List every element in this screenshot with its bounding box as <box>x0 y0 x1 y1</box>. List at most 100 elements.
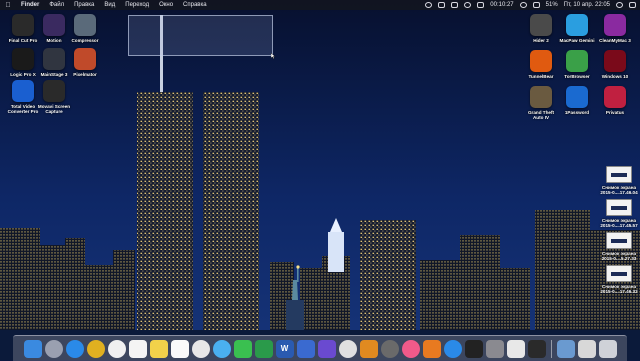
tunnelbear-icon <box>530 50 552 72</box>
desktop-item[interactable]: Снимок экрана 2015-0....17.45.57 <box>598 199 640 229</box>
cleanmymac-icon <box>604 14 626 36</box>
final-cut-pro-icon <box>12 14 34 36</box>
battery-percent[interactable]: 51% <box>546 0 558 10</box>
video-converter-icon <box>12 80 34 102</box>
1password-icon <box>566 86 588 108</box>
reminders-icon[interactable] <box>170 339 189 358</box>
desktop-item-label: Windows 10 <box>601 74 629 79</box>
desktop-item[interactable]: Privatus <box>594 86 636 115</box>
desktop-item[interactable]: Снимок экрана 2015-0....5.27.33 <box>598 232 640 262</box>
hider-icon <box>530 14 552 36</box>
itunes-icon[interactable] <box>401 339 420 358</box>
menu-bar-clock[interactable]: Пт, 10 апр. 22:05 <box>564 0 610 10</box>
compressor-icon <box>74 14 96 36</box>
status-app-icon[interactable] <box>425 2 433 8</box>
preview-icon[interactable] <box>506 339 525 358</box>
apple-icon[interactable]:  <box>0 2 16 9</box>
wifi-icon[interactable] <box>519 2 527 8</box>
status-timer[interactable]: 00:10:27 <box>490 0 513 10</box>
sheets-icon[interactable] <box>254 339 273 358</box>
desktop-item-label: CleanMyMac 3 <box>599 38 631 43</box>
desktop-item[interactable]: MacPaw Gemini <box>556 14 598 43</box>
launchpad-icon[interactable] <box>44 339 63 358</box>
volume-icon[interactable] <box>532 2 540 8</box>
menu-file[interactable]: Файл <box>44 0 69 10</box>
desktop-item-label-line2: 2015-0....17.46.04 <box>600 190 638 196</box>
desktop-item-label-line2: 2015-0....17.46.32 <box>600 289 638 295</box>
privatus-icon <box>604 86 626 108</box>
calendar-icon[interactable] <box>128 339 147 358</box>
dock: W <box>13 335 627 361</box>
menu-bar-status-area: 00:10:27 51% Пт, 10 апр. 22:05 <box>425 0 636 10</box>
desktop-item[interactable]: Windows 10 <box>594 50 636 79</box>
notification-center-icon[interactable] <box>629 2 636 8</box>
menu-go[interactable]: Переход <box>120 0 154 10</box>
photos-icon[interactable] <box>191 339 210 358</box>
status-vpn-icon[interactable] <box>464 2 472 8</box>
screenshot-file-icon <box>606 199 632 216</box>
keynote-icon[interactable] <box>296 339 315 358</box>
dock-separator <box>550 339 552 358</box>
desktop-item-label: Compressor <box>71 38 99 43</box>
desktop-item-label: Pixelmator <box>73 72 97 77</box>
trash-icon[interactable] <box>598 339 617 358</box>
terminal-icon[interactable] <box>464 339 483 358</box>
system-preferences-icon[interactable] <box>485 339 504 358</box>
desktop-item[interactable]: Pixelmator <box>64 48 106 77</box>
tor-browser-icon <box>566 50 588 72</box>
menu-view[interactable]: Вид <box>99 0 120 10</box>
menu-window[interactable]: Окно <box>154 0 178 10</box>
garageband-icon[interactable] <box>359 339 378 358</box>
downloads-stack-icon[interactable] <box>556 339 575 358</box>
screenshot-file-icon <box>606 265 632 282</box>
logic-pro-icon <box>12 48 34 70</box>
menu-help[interactable]: Справка <box>178 0 212 10</box>
screenshot-file-icon <box>606 166 632 183</box>
desktop-item-label-line2: 2015-0....17.45.57 <box>600 223 638 229</box>
status-monitor-icon[interactable] <box>477 2 485 8</box>
finder-icon[interactable] <box>23 339 42 358</box>
mainstage-icon <box>43 48 65 70</box>
menu-bar:  Finder Файл Правка Вид Переход Окно Сп… <box>0 0 640 10</box>
desktop-item-label: TorBrowser <box>564 74 590 79</box>
desktop-item[interactable]: Снимок экрана 2015-0....17.46.32 <box>598 265 640 295</box>
menu-edit[interactable]: Правка <box>69 0 99 10</box>
safari-icon[interactable] <box>65 339 84 358</box>
dvd-player-icon[interactable] <box>380 339 399 358</box>
chrome-icon[interactable] <box>86 339 105 358</box>
clock-icon[interactable] <box>107 339 126 358</box>
drag-selection-rectangle <box>128 15 273 56</box>
motion-icon <box>43 14 65 36</box>
screenshot-file-icon <box>606 232 632 249</box>
desktop-item-label: 1Password <box>564 110 590 115</box>
mouse-cursor-icon <box>271 53 276 59</box>
desktop-item[interactable]: TorBrowser <box>556 50 598 79</box>
desktop-item[interactable]: CleanMyMac 3 <box>594 14 636 43</box>
word-icon[interactable]: W <box>275 339 294 358</box>
pixelmator-icon <box>74 48 96 70</box>
desktop-item[interactable]: Movavi Screen Capture <box>33 80 75 115</box>
documents-stack-icon[interactable] <box>577 339 596 358</box>
desktop-item-label-line2: Capture <box>45 109 63 115</box>
facetime-icon[interactable] <box>233 339 252 358</box>
messages-icon[interactable] <box>212 339 231 358</box>
menu-app-name[interactable]: Finder <box>16 0 44 10</box>
dock-item-glyph: W <box>280 344 289 353</box>
windows-icon <box>604 50 626 72</box>
desktop-item-label: Privatus <box>605 110 625 115</box>
desktop-item[interactable]: Снимок экрана 2015-0....17.46.04 <box>598 166 640 196</box>
imovie-icon[interactable] <box>317 339 336 358</box>
status-camera-icon[interactable] <box>451 2 459 8</box>
spotlight-icon[interactable] <box>616 2 623 8</box>
iphoto-icon[interactable] <box>338 339 357 358</box>
status-cloud-icon[interactable] <box>438 2 446 8</box>
desktop-item-label-line2: 2015-0....5.27.33 <box>601 256 637 262</box>
app-store-icon[interactable] <box>443 339 462 358</box>
ibooks-icon[interactable] <box>422 339 441 358</box>
desktop-item[interactable]: Compressor <box>64 14 106 43</box>
notes-icon[interactable] <box>149 339 168 358</box>
activity-monitor-icon[interactable] <box>527 339 546 358</box>
desktop-item[interactable]: 1Password <box>556 86 598 115</box>
gemini-icon <box>566 14 588 36</box>
gta-icon <box>530 86 552 108</box>
